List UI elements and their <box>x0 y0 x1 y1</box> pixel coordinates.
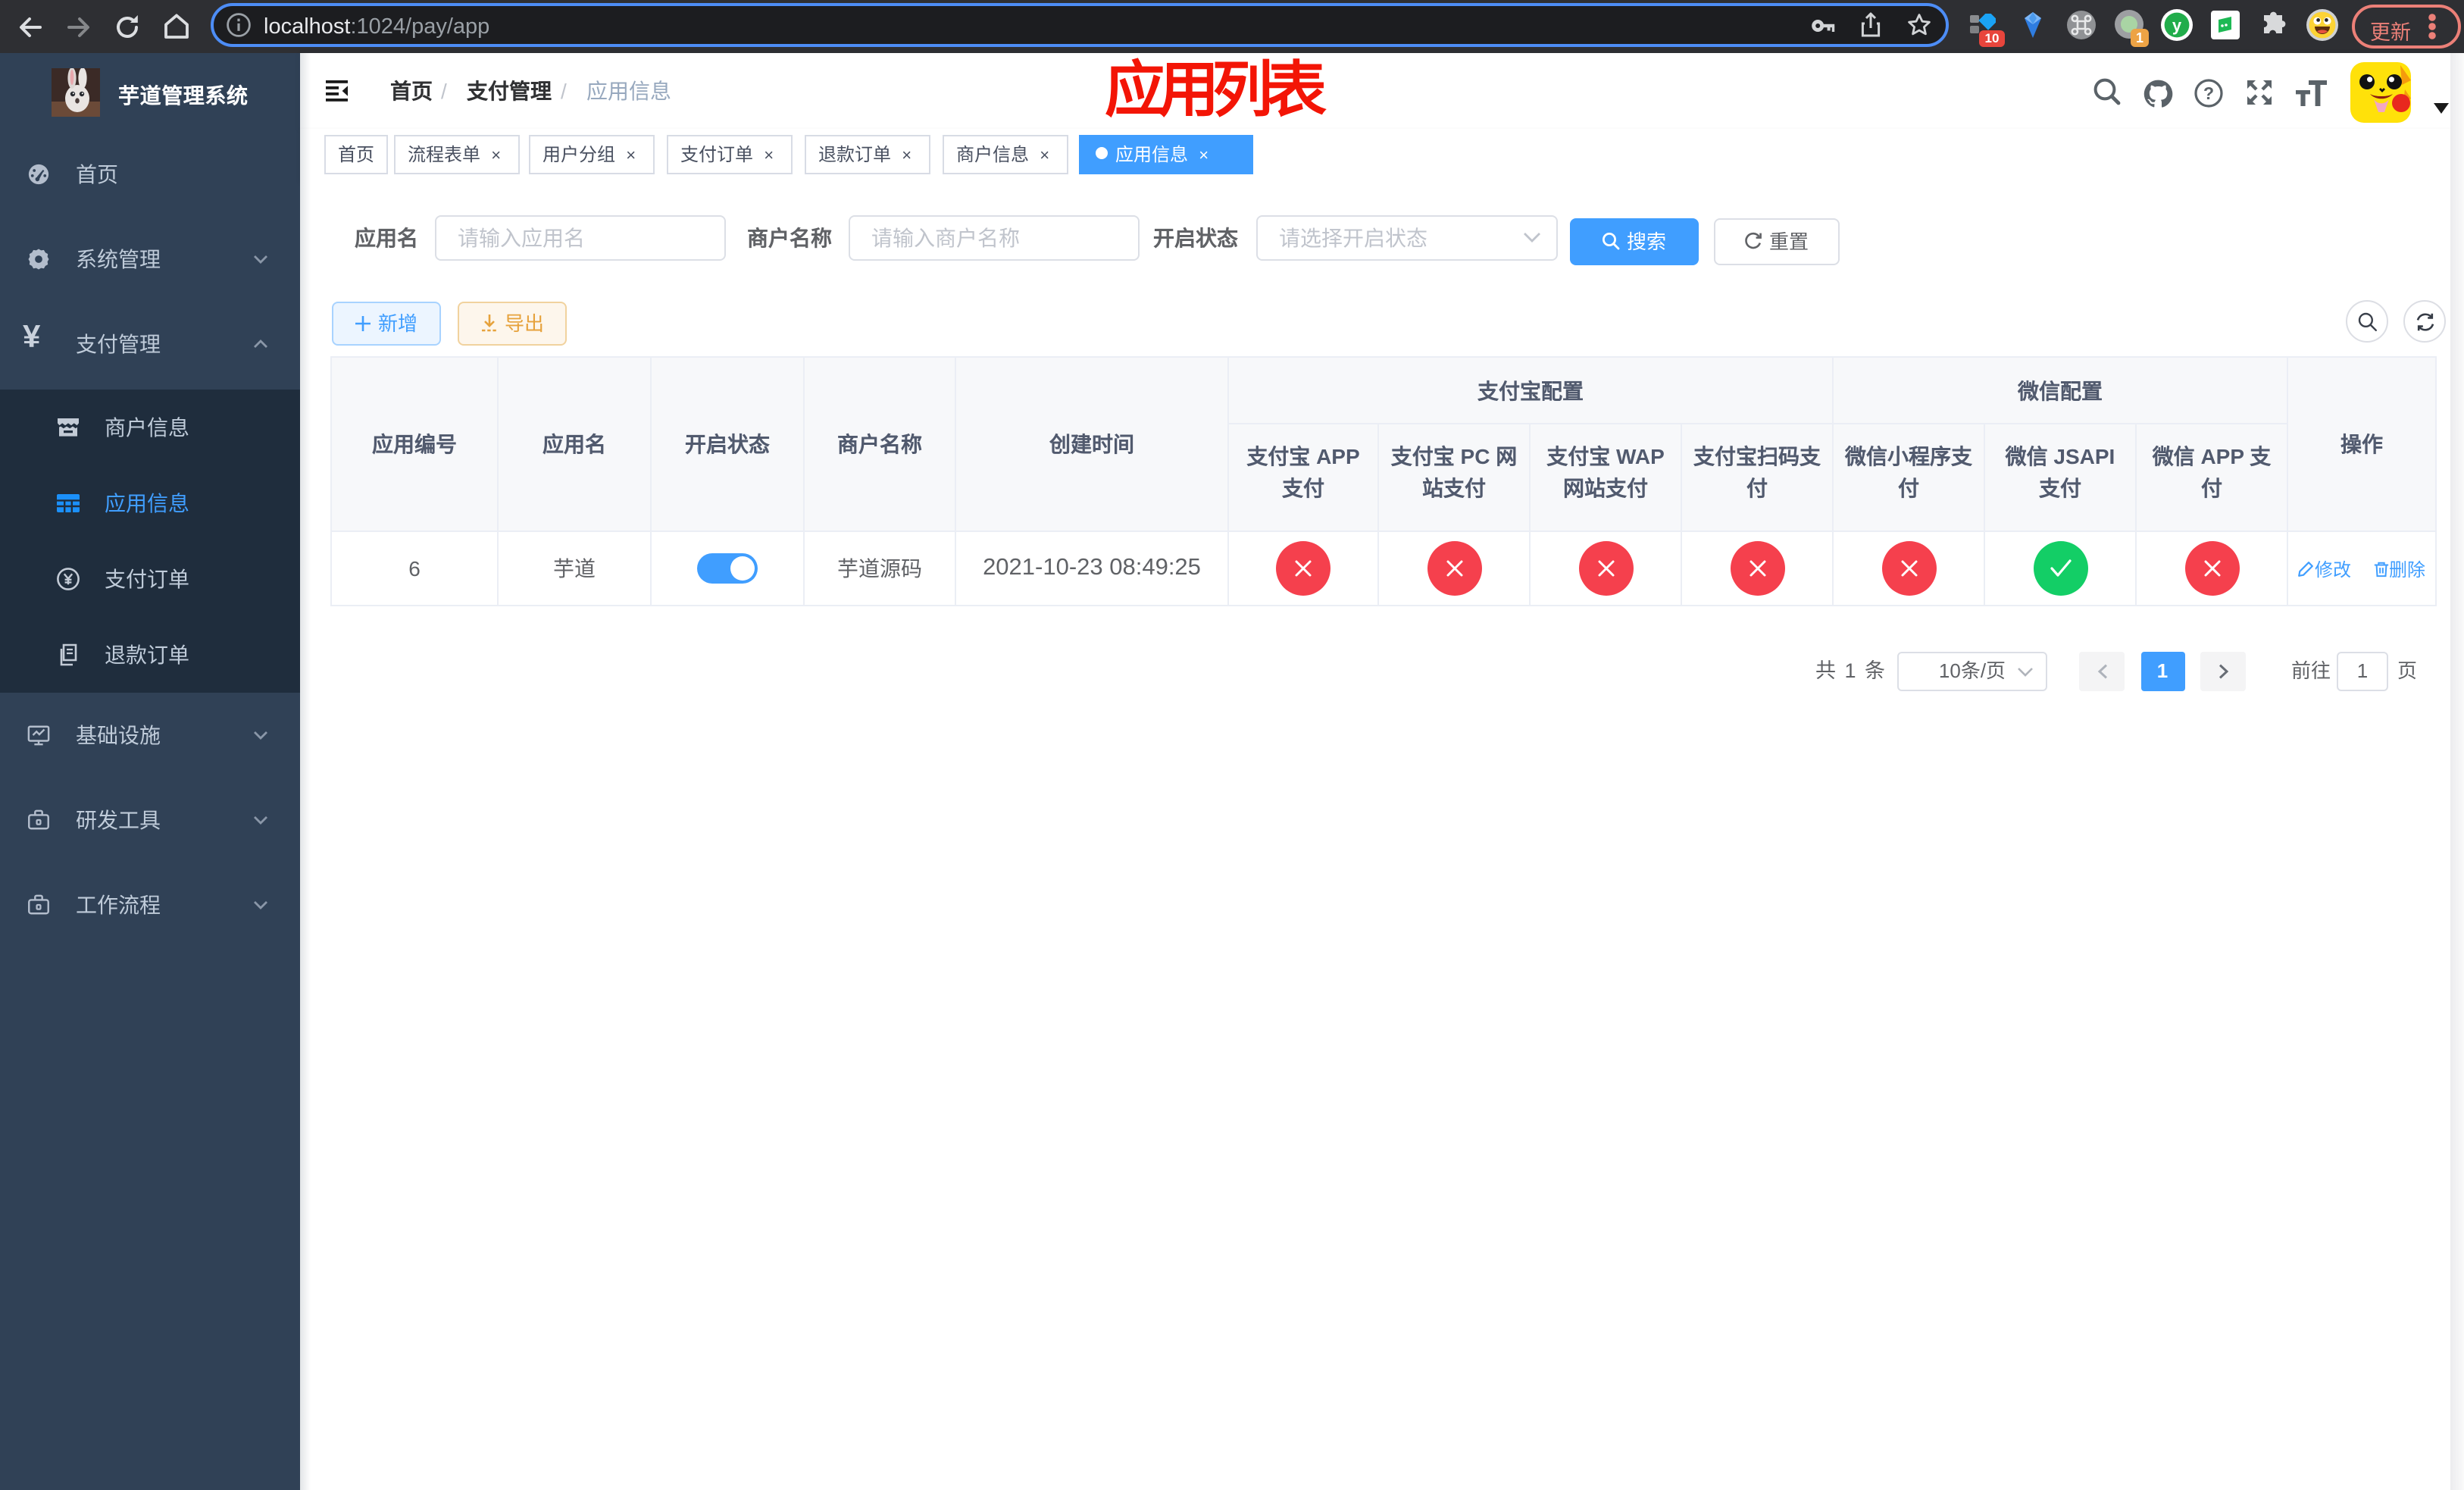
svg-text:y: y <box>2172 16 2182 35</box>
svg-text:?: ? <box>2203 83 2214 103</box>
